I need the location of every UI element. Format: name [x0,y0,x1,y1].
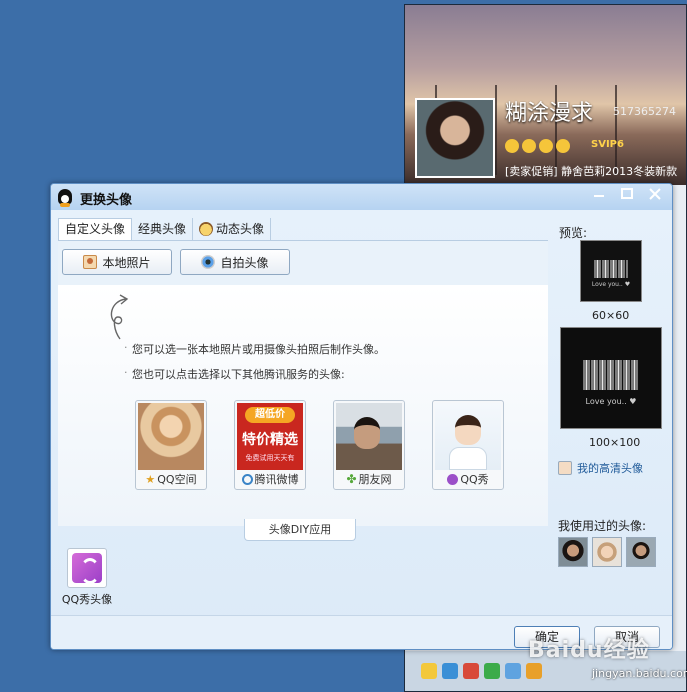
preview-caption: Love you.. ♥ [585,397,637,406]
avatar-source-pane: 自定义头像 经典头像 动态头像 本地照片 自拍头像 · 您可以选一张本地照片或用… [58,214,548,526]
close-button[interactable] [641,184,669,204]
service-pengyou[interactable]: ✤ 朋友网 [333,400,405,490]
panel-body: 您可以选一张本地照片或用摄像头拍照后制作头像。 您也可以点击选择以下其他腾讯服务… [58,285,548,526]
profile-nickname: 糊涂漫求 [505,101,594,126]
maximize-icon [621,188,633,199]
preview-large: Love you.. ♥ [560,327,662,429]
qqshow-thumbnail [435,403,501,470]
tab-label: 经典头像 [138,221,187,236]
app-icon[interactable] [463,663,479,679]
promo-title: 特价精选 [242,432,298,448]
weibo-thumbnail: 超低价 特价精选 免费试用天天有 [237,403,303,470]
star-icon: ★ [145,472,156,486]
used-avatar-1[interactable] [558,537,588,567]
pengyou-icon: ✤ [346,472,357,486]
tab-animated-avatar[interactable]: 动态头像 [193,218,272,240]
preview-pane: 预览: Love you.. ♥ 60×60 Love you.. ♥ 100×… [554,210,672,649]
qzone-thumbnail [138,403,204,470]
maximize-button[interactable] [613,184,641,204]
service-label: 腾讯微博 [254,473,299,486]
animated-face-icon [199,222,214,236]
preview-caption: Love you.. ♥ [591,280,631,288]
profile-qq-number: 517365274 [613,105,676,118]
preview-large-size: 100×100 [589,436,641,449]
chat-icon[interactable] [484,663,500,679]
used-avatar-3[interactable] [626,537,656,567]
tab-avatar-diy-apps[interactable]: 头像DIY应用 [244,519,356,541]
curved-arrow-icon [110,294,129,340]
used-avatar-2[interactable] [592,537,622,567]
service-label: 朋友网 [358,473,392,486]
service-label: QQ空间 [157,473,197,486]
qqshow-app-icon [67,548,107,588]
pengyou-thumbnail [336,403,402,470]
app-icon[interactable] [526,663,542,679]
source-toolbar: 本地照片 自拍头像 [58,241,548,285]
title-bar[interactable]: 更换头像 [51,184,672,210]
hd-avatar-icon [558,461,572,475]
hint-text: 您可以选一张本地照片或用摄像头拍照后制作头像。 [124,341,385,357]
preview-title: 预览: [559,226,588,240]
minimize-icon [594,195,604,197]
app-icon[interactable] [442,663,458,679]
profile-avatar[interactable] [415,98,495,178]
promo-subtitle: 免费试用天天有 [245,454,295,462]
dialog-title: 更换头像 [80,193,133,208]
weibo-icon [241,473,253,485]
promo-tag: 超低价 [245,407,295,423]
service-label: QQ秀 [460,473,489,486]
watermark-logo: Baidu经验 [528,638,650,663]
diy-app-label: QQ秀头像 [61,593,113,606]
used-avatars-title: 我使用过的头像: [558,519,647,533]
qq-penguin-icon [58,189,72,207]
status-icons [505,139,570,153]
avatar-tabs: 自定义头像 经典头像 动态头像 [58,218,272,240]
tab-custom-avatar[interactable]: 自定义头像 [58,218,133,240]
hd-avatar-link[interactable]: 我的高清头像 [558,460,643,476]
service-qqshow[interactable]: QQ秀 [432,400,504,490]
local-photo-label: 本地照片 [102,255,151,270]
hd-avatar-label: 我的高清头像 [577,462,643,475]
hint-text: 您也可以点击选择以下其他腾讯服务的头像: [124,366,345,382]
change-avatar-dialog: 更换头像 自定义头像 经典头像 动态头像 本地照片 自拍头像 · 您可以选一张本… [50,183,673,650]
dialog-content: 自定义头像 经典头像 动态头像 本地照片 自拍头像 · 您可以选一张本地照片或用… [51,210,672,649]
preview-small: Love you.. ♥ [580,240,642,302]
selfie-label: 自拍头像 [220,255,269,270]
qqshow-icon [447,473,459,485]
tab-label: 自定义头像 [65,222,126,236]
service-tencent-weibo[interactable]: 超低价 特价精选 免费试用天天有 腾讯微博 [234,400,306,490]
close-icon [649,188,661,200]
photo-icon [83,255,98,269]
star-icon[interactable] [421,663,437,679]
watermark-url: jingyan.baidu.com [592,667,687,680]
service-qzone[interactable]: ★ QQ空间 [135,400,207,490]
shield-icon[interactable] [505,663,521,679]
local-photo-button[interactable]: 本地照片 [62,249,172,275]
diy-app-qqshow[interactable]: QQ秀头像 [55,548,119,614]
minimize-button[interactable] [585,184,613,204]
selfie-button[interactable]: 自拍头像 [180,249,290,275]
ad-text[interactable]: [卖家促销] 静舍芭莉2013冬装新款 [505,163,677,179]
webcam-icon [201,255,216,269]
tab-label: 动态头像 [216,221,265,236]
custom-avatar-panel: 本地照片 自拍头像 您可以选一张本地照片或用摄像头拍照后制作头像。 您也可以点击… [58,240,548,526]
tab-classic-avatar[interactable]: 经典头像 [132,218,194,240]
preview-small-size: 60×60 [592,309,630,322]
vip-badge: SVIP6 [591,139,624,150]
